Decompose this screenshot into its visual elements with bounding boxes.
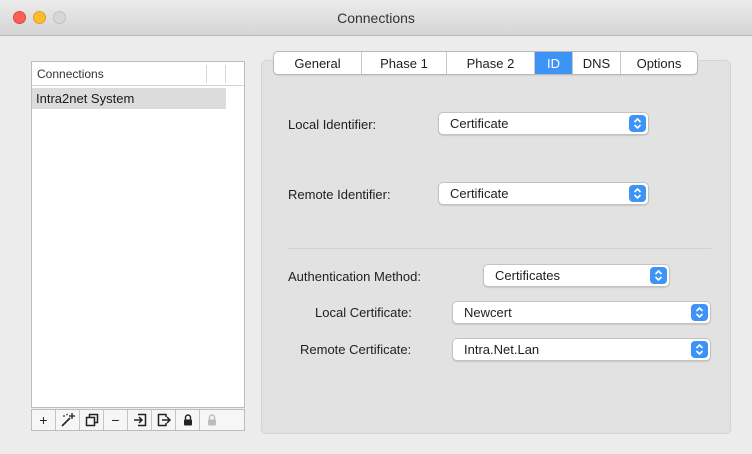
- remote-certificate-label: Remote Certificate:: [300, 342, 412, 357]
- connections-list: Connections Intra2net System: [31, 61, 245, 408]
- chevron-up-down-icon: [629, 115, 646, 132]
- remote-identifier-value: Certificate: [450, 186, 509, 201]
- remote-certificate-select[interactable]: Intra.Net.Lan: [452, 338, 711, 361]
- local-certificate-select[interactable]: Newcert: [452, 301, 711, 324]
- tab-id[interactable]: ID: [535, 52, 573, 74]
- duplicate-icon: [85, 413, 98, 427]
- lock-button[interactable]: [176, 410, 200, 430]
- local-identifier-label: Local Identifier:: [288, 117, 377, 132]
- lock-icon: [183, 414, 192, 426]
- tab-options[interactable]: Options: [621, 52, 697, 74]
- remote-certificate-value: Intra.Net.Lan: [464, 342, 540, 357]
- tab-phase-1[interactable]: Phase 1: [362, 52, 447, 74]
- list-item-intra2net-system[interactable]: Intra2net System: [32, 88, 226, 109]
- connections-column-header: Connections: [37, 67, 104, 81]
- export-icon: [157, 413, 171, 427]
- tab-bar: General Phase 1 Phase 2 ID DNS Options: [273, 51, 698, 75]
- title-bar: Connections: [0, 0, 752, 36]
- local-certificate-value: Newcert: [464, 305, 512, 320]
- remote-identifier-label: Remote Identifier:: [288, 187, 391, 202]
- unlock-icon: [208, 414, 216, 426]
- plus-icon: +: [39, 412, 48, 428]
- tab-dns[interactable]: DNS: [573, 52, 621, 74]
- section-divider: [288, 248, 711, 249]
- chevron-up-down-icon: [650, 267, 667, 284]
- magic-wand-icon: [60, 413, 75, 427]
- column-divider: [225, 65, 226, 83]
- connections-toolbar: + −: [31, 409, 245, 431]
- chevron-up-down-icon: [691, 341, 708, 358]
- authentication-method-label: Authentication Method:: [288, 269, 421, 284]
- authentication-method-value: Certificates: [495, 268, 561, 283]
- add-connection-button[interactable]: +: [32, 410, 56, 430]
- window-title: Connections: [337, 10, 415, 26]
- connections-list-header[interactable]: Connections: [32, 62, 244, 86]
- column-divider: [206, 65, 207, 83]
- unlock-button[interactable]: [200, 410, 224, 430]
- remote-identifier-select[interactable]: Certificate: [438, 182, 649, 205]
- export-button[interactable]: [152, 410, 176, 430]
- authentication-method-select[interactable]: Certificates: [483, 264, 670, 287]
- chevron-up-down-icon: [629, 185, 646, 202]
- remove-connection-button[interactable]: −: [104, 410, 128, 430]
- duplicate-button[interactable]: [80, 410, 104, 430]
- wizard-button[interactable]: [56, 410, 80, 430]
- minus-icon: −: [111, 412, 120, 428]
- tab-general[interactable]: General: [274, 52, 362, 74]
- chevron-up-down-icon: [691, 304, 708, 321]
- local-certificate-label: Local Certificate:: [315, 305, 412, 320]
- window-body: Connections Intra2net System + − General…: [0, 37, 752, 454]
- import-button[interactable]: [128, 410, 152, 430]
- list-item-label: Intra2net System: [36, 91, 135, 106]
- tab-phase-2[interactable]: Phase 2: [447, 52, 535, 74]
- local-identifier-select[interactable]: Certificate: [438, 112, 649, 135]
- local-identifier-value: Certificate: [450, 116, 509, 131]
- import-icon: [133, 413, 146, 427]
